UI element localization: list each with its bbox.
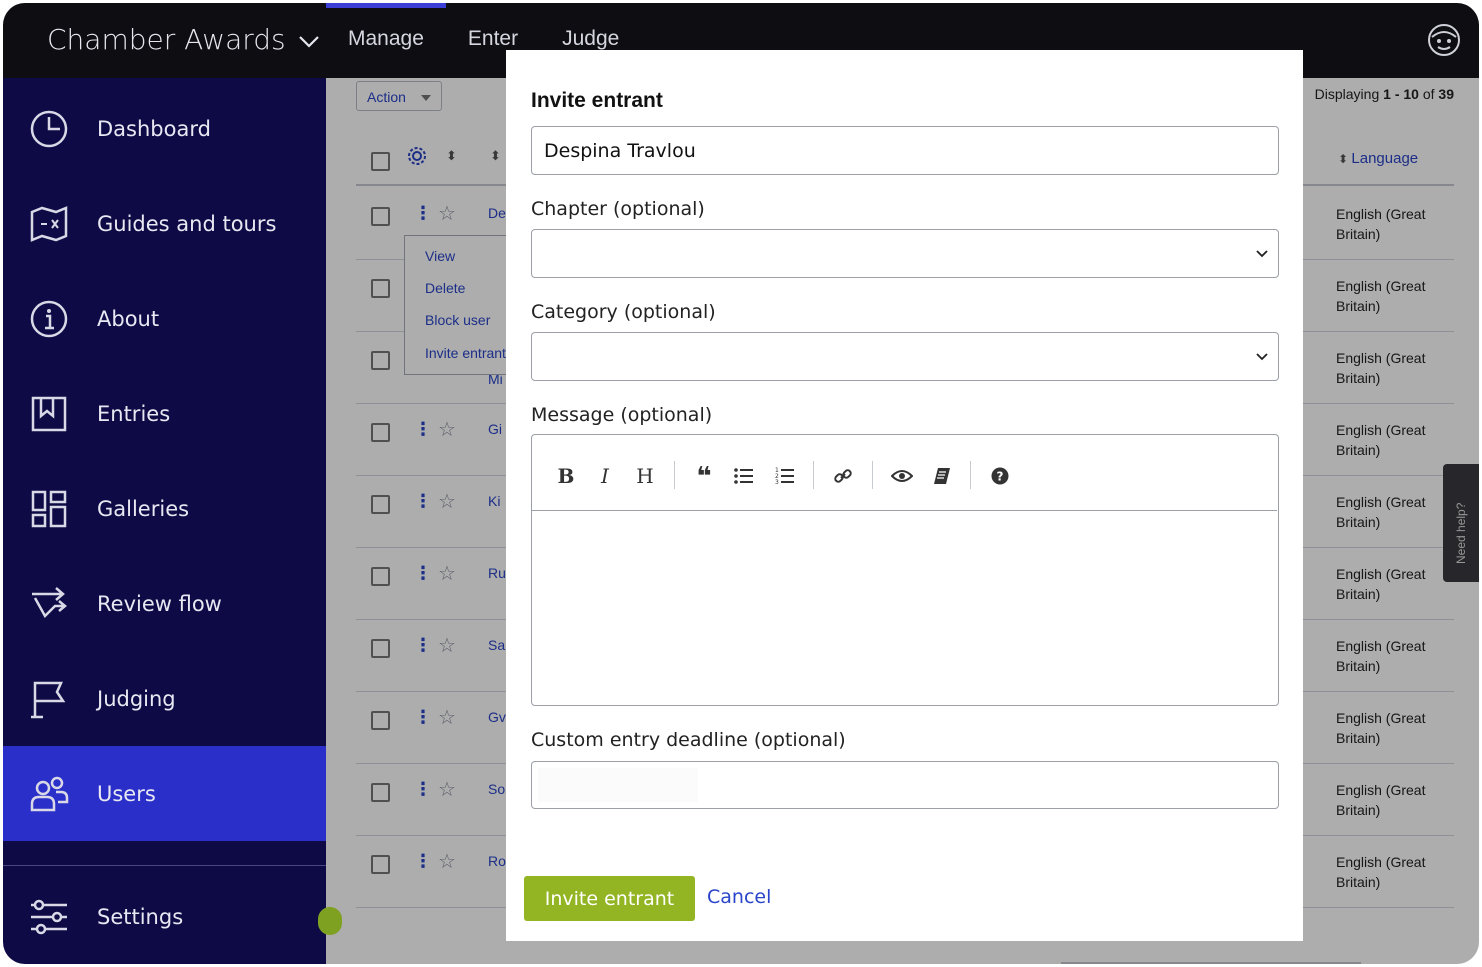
sidebar-item-label: About (97, 306, 160, 331)
app-switcher[interactable]: Chamber Awards (47, 23, 320, 56)
app-window: Chamber Awards Manage Enter Judge Dashbo… (3, 3, 1479, 964)
preview-eye-icon[interactable] (889, 463, 915, 489)
guide-book-icon[interactable] (929, 463, 955, 489)
sidebar-item-label: Entries (97, 401, 171, 426)
sidebar-item-guides[interactable]: Guides and tours (3, 176, 326, 271)
bullet-list-icon[interactable] (731, 463, 757, 489)
deadline-date-input[interactable] (531, 761, 1279, 809)
sidebar-item-label: Review flow (97, 591, 222, 616)
svg-text:?: ? (997, 470, 1004, 484)
sidebar-item-label: Dashboard (97, 116, 211, 141)
toolbar-separator (674, 461, 675, 489)
users-icon (30, 776, 69, 811)
sliders-icon (31, 899, 67, 934)
sidebar-item-settings[interactable]: Settings (3, 869, 326, 964)
entrant-name-field[interactable]: Despina Travlou (531, 126, 1279, 175)
toolbar-separator (813, 461, 814, 489)
numbered-list-icon[interactable]: 123 (772, 463, 798, 489)
chapter-label: Chapter (optional) (531, 198, 705, 220)
account-icon[interactable] (1427, 23, 1461, 57)
deadline-label: Custom entry deadline (optional) (531, 729, 846, 751)
sidebar-item-dashboard[interactable]: Dashboard (3, 81, 326, 176)
sidebar-item-label: Galleries (97, 496, 190, 521)
invite-entrant-button[interactable]: Invite entrant (524, 876, 695, 921)
sidebar-item-label: Settings (97, 904, 184, 929)
sidebar-item-label: Users (97, 781, 156, 806)
editor-toolbar: B I H ❝ 123 ? (532, 435, 1277, 511)
sidebar: Dashboard Guides and tours About Entries… (3, 78, 326, 964)
sidebar-item-review-flow[interactable]: Review flow (3, 556, 326, 651)
nav-manage[interactable]: Manage (326, 3, 446, 78)
italic-icon[interactable]: I (592, 463, 618, 489)
help-icon[interactable]: ? (987, 463, 1013, 489)
toolbar-separator (872, 461, 873, 489)
sidebar-item-label: Guides and tours (97, 211, 277, 236)
app-title: Chamber Awards (47, 23, 286, 56)
chevron-down-icon (1256, 353, 1268, 361)
sidebar-divider (3, 865, 326, 866)
chevron-down-icon (298, 35, 319, 48)
sidebar-item-about[interactable]: About (3, 271, 326, 366)
dashboard-icon (30, 110, 68, 147)
flow-icon (32, 586, 67, 618)
gallery-icon (31, 490, 67, 527)
message-editor: B I H ❝ 123 ? (531, 434, 1279, 706)
sidebar-item-galleries[interactable]: Galleries (3, 461, 326, 556)
sidebar-item-users[interactable]: Users (3, 746, 326, 841)
category-label: Category (optional) (531, 301, 716, 323)
sidebar-item-entries[interactable]: Entries (3, 366, 326, 461)
bookmark-icon (31, 396, 67, 431)
flag-icon (31, 681, 66, 718)
toolbar-separator (970, 461, 971, 489)
chevron-down-icon (1256, 250, 1268, 258)
status-indicator (318, 907, 342, 935)
link-icon[interactable] (830, 463, 856, 489)
message-label: Message (optional) (531, 404, 713, 426)
map-icon (30, 205, 68, 242)
sidebar-item-judging[interactable]: Judging (3, 651, 326, 746)
svg-text:3: 3 (775, 479, 779, 485)
chapter-select[interactable] (531, 229, 1279, 278)
modal-title: Invite entrant (531, 89, 663, 112)
sidebar-item-label: Judging (97, 686, 176, 711)
info-icon (30, 300, 68, 337)
bold-icon[interactable]: B (553, 463, 579, 489)
cancel-link[interactable]: Cancel (707, 886, 771, 908)
date-input-inner (538, 768, 698, 802)
heading-icon[interactable]: H (632, 463, 658, 489)
category-select[interactable] (531, 332, 1279, 381)
invite-entrant-modal: Invite entrant Despina Travlou Chapter (… (506, 50, 1303, 941)
quote-icon[interactable]: ❝ (691, 461, 717, 491)
